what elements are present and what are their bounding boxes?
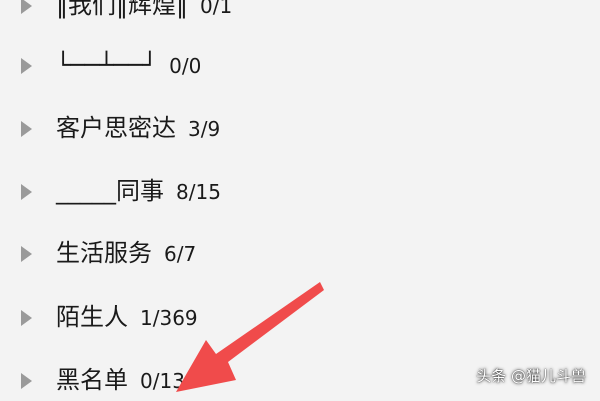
group-row-colleagues[interactable]: _____同事 8/15 bbox=[0, 172, 600, 212]
group-row-services[interactable]: 生活服务 6/7 bbox=[0, 234, 600, 274]
group-name: └──┴──┘ 0/0 bbox=[56, 51, 202, 79]
group-count: 0/13 bbox=[140, 369, 185, 393]
group-count: 6/7 bbox=[164, 242, 197, 266]
group-count: 0/1 bbox=[200, 0, 233, 18]
chevron-right-icon[interactable] bbox=[21, 373, 32, 389]
group-count: 0/0 bbox=[169, 54, 202, 78]
group-count: 3/9 bbox=[188, 117, 221, 141]
group-row-strangers[interactable]: 陌生人 1/369 bbox=[0, 298, 600, 338]
group-name: _____同事 8/15 bbox=[56, 177, 221, 205]
group-row-we[interactable]: ‖我们‖辉煌‖ 0/1 bbox=[0, 0, 600, 26]
group-name: 陌生人 1/369 bbox=[56, 303, 198, 331]
watermark-text: 头条 @猫儿斗兽 bbox=[476, 367, 586, 385]
group-count: 1/369 bbox=[140, 306, 198, 330]
group-row-customers[interactable]: 客户思密达 3/9 bbox=[0, 109, 600, 149]
group-name: ‖我们‖辉煌‖ 0/1 bbox=[56, 0, 232, 22]
group-row-box[interactable]: └──┴──┘ 0/0 bbox=[0, 46, 600, 86]
group-name: 黑名单 0/13 bbox=[56, 366, 185, 394]
chevron-right-icon[interactable] bbox=[21, 246, 32, 262]
chevron-right-icon[interactable] bbox=[21, 121, 32, 137]
chevron-right-icon[interactable] bbox=[21, 310, 32, 326]
group-name: 生活服务 6/7 bbox=[56, 239, 197, 267]
group-count: 8/15 bbox=[176, 180, 221, 204]
chevron-right-icon[interactable] bbox=[21, 184, 32, 200]
contact-group-list: ‖我们‖辉煌‖ 0/1 └──┴──┘ 0/0 客户思密达 3/9 _____同事 8/… bbox=[0, 0, 600, 400]
chevron-right-icon[interactable] bbox=[21, 0, 32, 14]
chevron-right-icon[interactable] bbox=[21, 58, 32, 74]
group-name: 客户思密达 3/9 bbox=[56, 114, 221, 142]
